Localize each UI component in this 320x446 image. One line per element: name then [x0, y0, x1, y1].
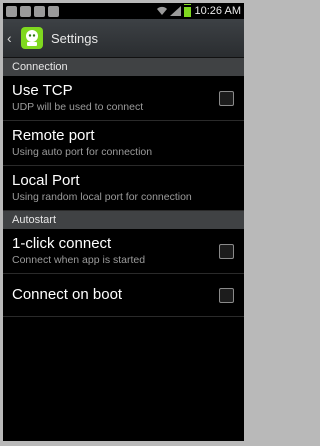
- chevron-left-icon[interactable]: ‹: [7, 30, 17, 46]
- mail-notification-icon: [6, 5, 17, 17]
- local-port-row[interactable]: Local Port Using random local port for c…: [3, 166, 244, 211]
- play-notification-icon: [48, 5, 59, 17]
- section-header-connection: Connection: [3, 58, 244, 76]
- connect-on-boot-checkbox[interactable]: [219, 288, 234, 303]
- signal-icon: [169, 6, 181, 16]
- wifi-icon: [156, 6, 167, 16]
- use-tcp-title: Use TCP: [12, 82, 73, 99]
- use-tcp-summary: UDP will be used to connect: [12, 101, 144, 113]
- connect-on-boot-title: Connect on boot: [12, 286, 123, 303]
- local-port-title: Local Port: [12, 172, 80, 189]
- remote-port-row[interactable]: Remote port Using auto port for connecti…: [3, 121, 244, 166]
- section-header-autostart: Autostart: [3, 211, 244, 229]
- remote-port-summary: Using auto port for connection: [12, 146, 153, 158]
- local-port-summary: Using random local port for connection: [12, 191, 192, 203]
- one-click-connect-summary: Connect when app is started: [12, 254, 146, 266]
- app-logo-icon: [21, 27, 43, 49]
- page-title: Settings: [51, 30, 98, 46]
- one-click-connect-checkbox[interactable]: [219, 244, 234, 259]
- phone-screen: 10:26 AM ‹ Settings Connection Use TCP U…: [3, 3, 244, 441]
- action-bar[interactable]: ‹ Settings: [3, 19, 244, 58]
- status-time: 10:26 AM: [194, 5, 241, 17]
- one-click-connect-title: 1-click connect: [12, 235, 112, 252]
- app-notification-icon: [34, 5, 45, 17]
- one-click-connect-row[interactable]: 1-click connect Connect when app is star…: [3, 229, 244, 274]
- battery-icon: [183, 5, 191, 17]
- use-tcp-row[interactable]: Use TCP UDP will be used to connect: [3, 76, 244, 121]
- image-notification-icon: [20, 5, 31, 17]
- remote-port-title: Remote port: [12, 127, 95, 144]
- use-tcp-checkbox[interactable]: [219, 91, 234, 106]
- connect-on-boot-row[interactable]: Connect on boot: [3, 274, 244, 317]
- status-bar: 10:26 AM: [3, 3, 244, 19]
